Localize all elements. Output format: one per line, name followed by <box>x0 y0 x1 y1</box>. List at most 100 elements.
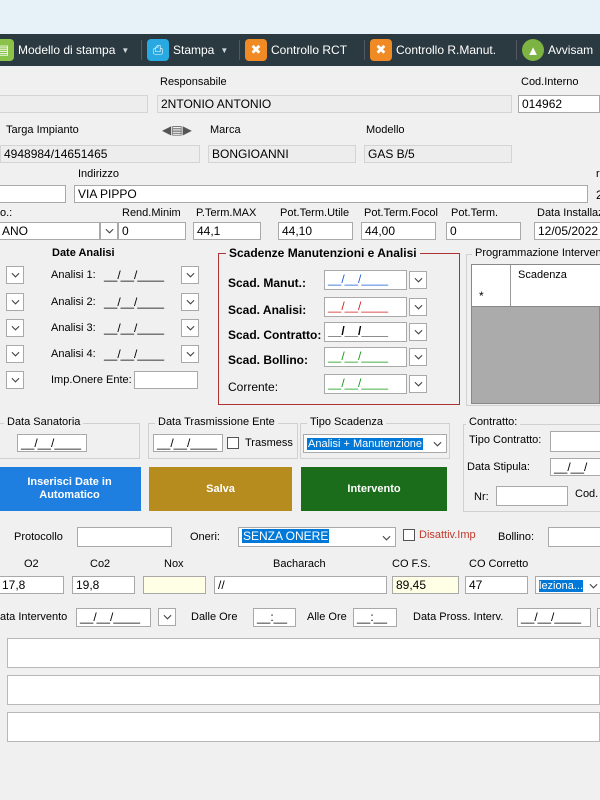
tools-icon: ✖ <box>370 39 392 61</box>
data-install-label: Data Installaz <box>537 207 600 219</box>
co2-field[interactable]: 19,8 <box>72 576 135 594</box>
pot-focol-field[interactable]: 44,00 <box>361 222 436 240</box>
analisi-4-date[interactable]: __/__/____ <box>104 347 164 361</box>
note-field-2[interactable] <box>7 675 600 705</box>
analisi-2-date[interactable]: __/__/____ <box>104 295 164 309</box>
grid-divider <box>510 265 511 286</box>
chevron-down-icon <box>382 530 391 544</box>
analisi-4-dropdown[interactable] <box>181 345 199 363</box>
grid-row-marker: * <box>479 289 484 303</box>
modello-field[interactable]: GAS B/5 <box>364 145 512 163</box>
scad-contratto-dropdown[interactable] <box>409 323 427 341</box>
measure-select[interactable]: leziona... <box>535 576 600 594</box>
bacharach-field[interactable]: // <box>214 576 387 594</box>
data-stipula-field[interactable]: __/__/ <box>550 458 600 476</box>
rend-label: Rend.Minim <box>122 207 181 219</box>
imp-onere-field[interactable] <box>134 371 198 389</box>
chevron-down-icon <box>186 351 194 357</box>
chevron-down-icon <box>433 436 442 450</box>
data-intervento-field[interactable]: __/__/____ <box>76 608 151 627</box>
inserisci-date-button[interactable]: Inserisci Date in Automatico <box>0 467 141 511</box>
stampa-button[interactable]: ⎙ Stampa ▼ <box>147 37 228 63</box>
disattiv-checkbox[interactable] <box>403 529 415 541</box>
stampa-label: Stampa <box>173 43 215 57</box>
scad-analisi-field[interactable]: __/__/____ <box>324 297 407 317</box>
grid-col-scadenza: Scadenza <box>518 269 567 281</box>
avvisi-button[interactable]: ▲ Avvisam <box>522 37 593 63</box>
scad-bollino-dropdown[interactable] <box>409 348 427 366</box>
protocollo-field[interactable] <box>77 527 172 547</box>
scad-analisi-dropdown[interactable] <box>409 298 427 316</box>
alle-ore-field[interactable]: __:__ <box>353 608 397 627</box>
nox-field[interactable] <box>143 576 206 594</box>
pterm-max-field[interactable]: 44,1 <box>193 222 261 240</box>
grid-new-row[interactable]: * <box>472 286 600 307</box>
chevron-down-icon <box>589 578 598 592</box>
note-field-1[interactable] <box>7 638 600 668</box>
cut-dropdown-3[interactable] <box>6 319 24 337</box>
cut-field[interactable] <box>0 95 148 113</box>
scad-manut-field[interactable]: __/__/____ <box>324 270 407 290</box>
bell-icon: ▲ <box>522 39 544 61</box>
alle-ore-label: Alle Ore <box>307 611 347 623</box>
data-sanatoria-field[interactable]: __/__/____ <box>17 434 87 452</box>
tipo-contratto-field[interactable] <box>550 431 600 452</box>
programmazione-title: Programmazione Interventi <box>472 247 600 259</box>
corrente-dropdown[interactable] <box>409 375 427 393</box>
analisi-3-date[interactable]: __/__/____ <box>104 321 164 335</box>
scad-manut-dropdown[interactable] <box>409 271 427 289</box>
trasmesso-checkbox[interactable] <box>227 437 239 449</box>
cut-field-2[interactable] <box>0 185 66 203</box>
intervento-button[interactable]: Intervento <box>301 467 447 511</box>
bollino-field[interactable] <box>548 527 600 547</box>
cut-dropdown-1[interactable] <box>6 266 24 284</box>
salva-button[interactable]: Salva <box>149 467 292 511</box>
indirizzo-field[interactable]: VIA PIPPO <box>74 185 588 203</box>
data-intervento-dropdown[interactable] <box>158 608 176 626</box>
data-install-field[interactable]: 12/05/2022 <box>534 222 600 240</box>
separator <box>516 40 517 60</box>
programmazione-grid[interactable]: Scadenza * <box>471 264 600 404</box>
bollino-label: Bollino: <box>498 531 535 543</box>
analisi-1-dropdown[interactable] <box>181 266 199 284</box>
nr-field[interactable] <box>496 486 568 506</box>
controllo-rct-button[interactable]: ✖ Controllo RCT <box>245 37 347 63</box>
dalle-ore-field[interactable]: __:__ <box>253 608 296 627</box>
targa-label: Targa Impianto <box>6 124 79 136</box>
marca-field[interactable]: BONGIOANNI <box>208 145 356 163</box>
pot-utile-field[interactable]: 44,10 <box>278 222 353 240</box>
analisi-2-dropdown[interactable] <box>181 293 199 311</box>
controllo-rmanut-button[interactable]: ✖ Controllo R.Manut. <box>370 37 496 63</box>
note-field-3[interactable] <box>7 712 600 742</box>
scad-contratto-field[interactable]: __/__/____ <box>324 322 407 342</box>
data-prox-field[interactable]: __/__/____ <box>517 608 591 627</box>
corrente-field[interactable]: __/__/____ <box>324 374 407 394</box>
protocollo-label: Protocollo <box>14 531 63 543</box>
data-stipula-label: Data Stipula: <box>467 461 530 473</box>
pot-term-field[interactable]: 0 <box>446 222 521 240</box>
o2-field[interactable]: 17,8 <box>0 576 64 594</box>
cocorr-field[interactable]: 47 <box>465 576 528 594</box>
dalle-ore-label: Dalle Ore <box>191 611 238 623</box>
cod-interno-field[interactable]: 014962 <box>518 95 600 113</box>
analisi-3-dropdown[interactable] <box>181 319 199 337</box>
oneri-select[interactable]: SENZA ONERE <box>238 527 396 547</box>
tipo-scadenza-select[interactable]: Analisi + Manutenzione <box>303 434 447 453</box>
cut-dropdown-5[interactable] <box>6 371 24 389</box>
scad-bollino-field[interactable]: __/__/____ <box>324 347 407 367</box>
responsabile-field[interactable]: 2NTONIO ANTONIO <box>157 95 512 113</box>
combustibile-field[interactable]: ANO <box>0 222 100 240</box>
rend-field[interactable]: 0 <box>118 222 186 240</box>
data-trasm-field[interactable]: __/__/____ <box>153 434 223 452</box>
analisi-1-label: Analisi 1: <box>51 269 96 281</box>
cofs-field[interactable]: 89,45 <box>392 576 459 594</box>
cut-dropdown-4[interactable] <box>6 345 24 363</box>
targa-field[interactable]: 4948984/14651465 <box>0 145 200 163</box>
combustibile-dropdown[interactable] <box>100 222 118 240</box>
modello-stampa-button[interactable]: ▤ Modello di stampa ▼ <box>0 37 129 63</box>
cut-dropdown-2[interactable] <box>6 293 24 311</box>
oneri-value: SENZA ONERE <box>242 529 330 543</box>
chevron-down-icon <box>186 272 194 278</box>
record-nav-icon[interactable]: ◀▤▶ <box>162 123 192 137</box>
analisi-1-date[interactable]: __/__/____ <box>104 268 164 282</box>
